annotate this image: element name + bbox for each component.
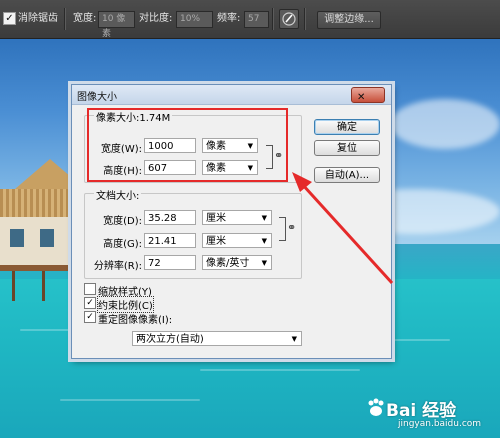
watermark-logo: Bai 经验 [386,401,457,421]
baidu-paw-icon [368,398,384,416]
watermark-url: jingyan.baidu.com [398,419,482,429]
annotation-arrow-icon [292,172,394,285]
